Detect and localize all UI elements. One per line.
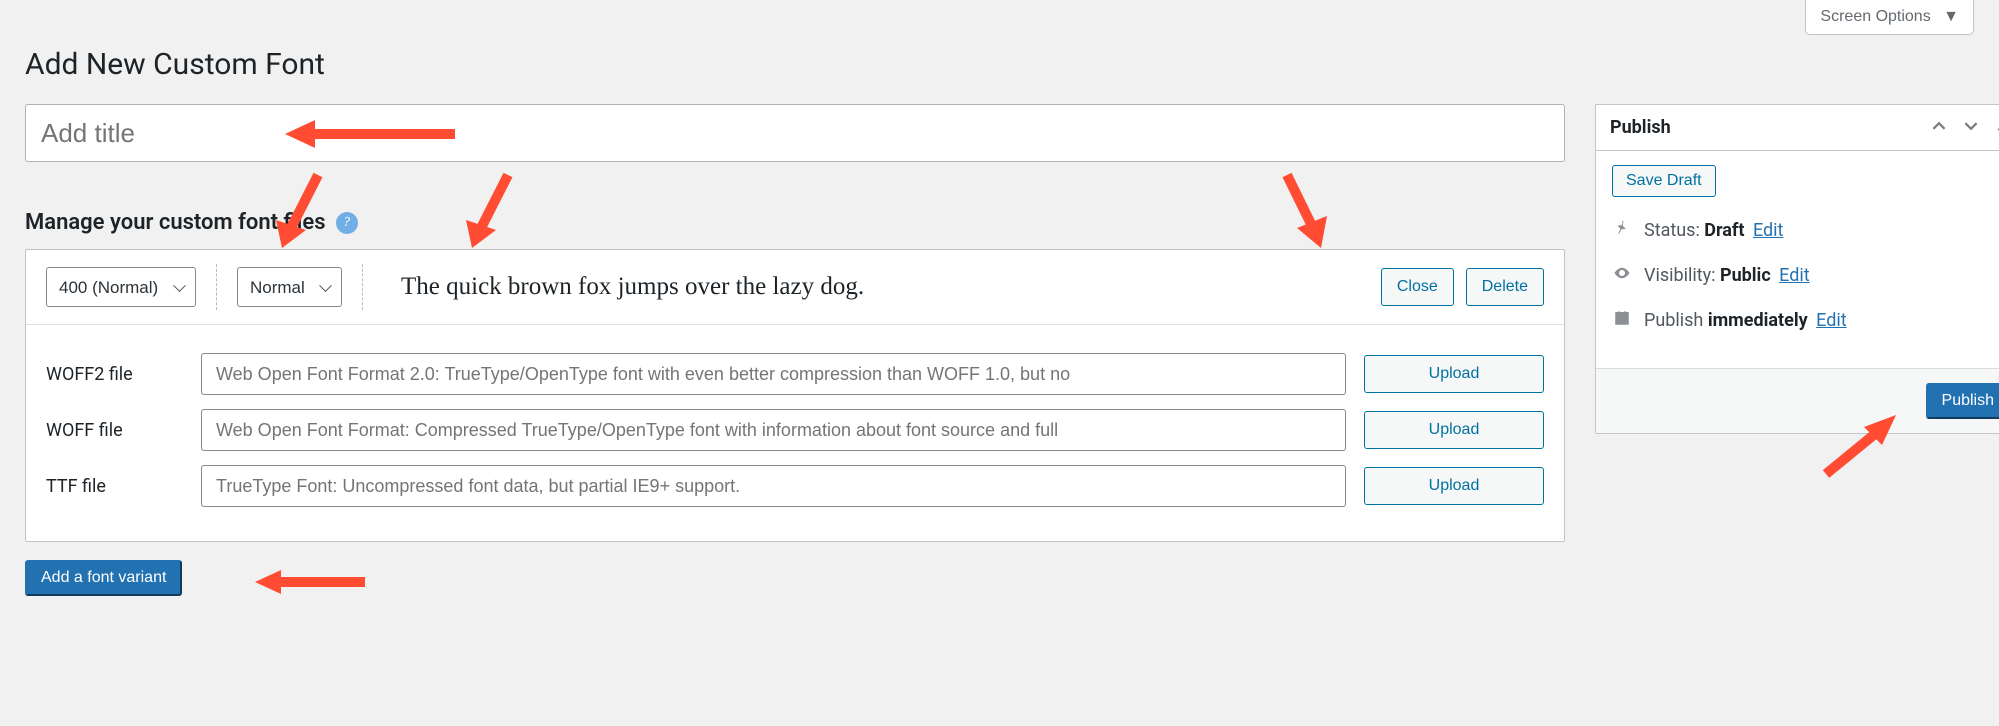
annotation-arrow-icon [255,564,375,600]
woff-path-input[interactable] [201,409,1346,451]
file-label: WOFF file [46,420,201,441]
font-preview-text: The quick brown fox jumps over the lazy … [383,273,1367,301]
publish-box-title: Publish [1610,117,1671,138]
page-title: Add New Custom Font [25,47,1974,82]
woff2-path-input[interactable] [201,353,1346,395]
font-weight-select[interactable]: 400 (Normal) [46,267,196,307]
publish-box: Publish Save Draft [1595,104,1999,434]
annotation-arrow-icon [1275,170,1335,260]
font-style-select[interactable]: Normal [237,267,342,307]
publish-time-value: immediately [1708,310,1808,331]
caret-down-icon: ▼ [1943,8,1959,25]
status-edit-link[interactable]: Edit [1753,220,1783,241]
screen-options-label: Screen Options [1820,8,1930,25]
ttf-path-input[interactable] [201,465,1346,507]
delete-button[interactable]: Delete [1466,268,1544,306]
publish-time-label: Publish [1644,310,1708,331]
status-value: Draft [1704,220,1744,241]
file-row: TTF file Upload [46,465,1544,507]
visibility-label: Visibility: [1644,265,1720,286]
eye-icon [1612,264,1632,287]
annotation-arrow-icon [460,170,520,260]
save-draft-button[interactable]: Save Draft [1612,165,1716,197]
calendar-icon [1612,309,1632,332]
manage-heading: Manage your custom font files [25,210,326,235]
close-button[interactable]: Close [1381,268,1454,306]
visibility-edit-link[interactable]: Edit [1779,265,1809,286]
publish-button[interactable]: Publish [1926,383,1999,419]
visibility-value: Public [1720,265,1771,286]
title-input[interactable] [25,104,1565,162]
move-down-icon[interactable] [1964,118,1978,137]
screen-options-button[interactable]: Screen Options ▼ [1805,0,1974,35]
divider [216,264,217,310]
info-icon[interactable]: ? [336,212,358,234]
file-label: TTF file [46,476,201,497]
upload-button[interactable]: Upload [1364,411,1544,449]
font-variant-panel: 400 (Normal) Normal The quick brown fox … [25,249,1565,542]
upload-button[interactable]: Upload [1364,467,1544,505]
divider [362,264,363,310]
file-row: WOFF2 file Upload [46,353,1544,395]
pin-icon [1612,219,1632,242]
add-variant-button[interactable]: Add a font variant [25,560,182,596]
publish-time-edit-link[interactable]: Edit [1816,310,1846,331]
status-label: Status: [1644,220,1704,241]
file-row: WOFF file Upload [46,409,1544,451]
annotation-arrow-icon [1806,409,1906,489]
file-label: WOFF2 file [46,364,201,385]
move-up-icon[interactable] [1932,118,1946,137]
upload-button[interactable]: Upload [1364,355,1544,393]
